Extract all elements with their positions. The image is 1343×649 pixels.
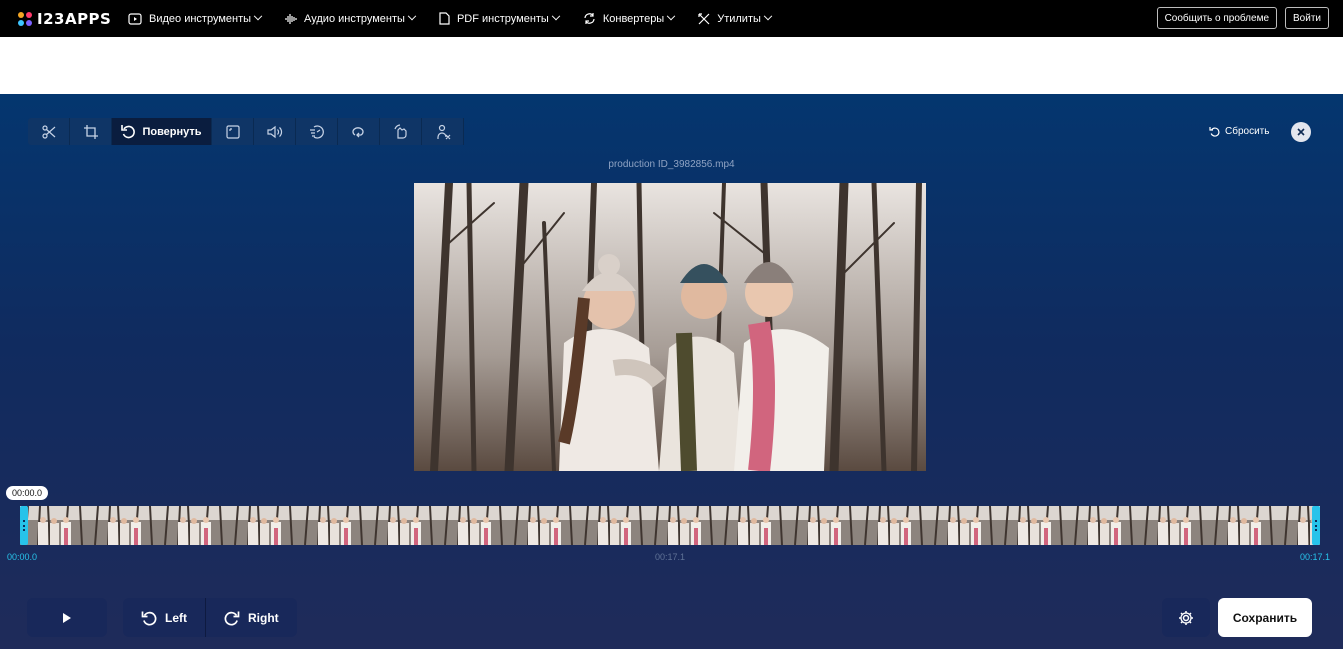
tool-loop[interactable] [338,118,380,145]
video-editor: Повернуть Сбросить production ID_3982856… [0,94,1343,649]
timeline-end-time: 00:17.1 [1300,552,1331,562]
nav-label: Аудио инструменты [304,12,405,25]
tool-rotate-label: Повернуть [142,125,202,138]
close-icon [1297,128,1305,136]
brand-name: I23APPS [37,9,112,28]
close-button[interactable] [1291,122,1311,142]
settings-button[interactable] [1162,598,1210,637]
video-frame-image [414,183,926,471]
trim-start-handle[interactable] [20,506,28,545]
logo-dots-icon [18,11,32,26]
playhead-time: 00:00.0 [6,486,49,500]
rotate-right-icon [224,611,240,625]
tools-icon [698,12,710,24]
reset-label: Сбросить [1225,126,1270,137]
nav-label: Утилиты [717,12,761,25]
nav-item-audio[interactable]: Аудио инструменты [285,11,417,25]
chevron-down-icon [666,11,676,20]
rotate-left-button[interactable]: Left [123,598,205,637]
rotate-controls: Left Right [123,598,297,637]
brand-logo[interactable]: I23APPS [18,10,128,28]
chevron-down-icon [407,11,417,20]
save-button[interactable]: Сохранить [1218,598,1312,637]
top-navigation: I23APPS Видео инструменты Аудио инструме… [0,0,1343,37]
resize-icon [225,124,240,139]
undo-icon [1209,127,1220,137]
remove-audio-icon [436,124,450,139]
tool-rotate[interactable]: Повернуть [112,118,212,145]
rotate-left-label: Left [165,610,187,625]
nav-item-converters[interactable]: Конвертеры [583,11,676,25]
video-icon [128,12,142,25]
file-name: production ID_3982856.mp4 [608,159,735,170]
timeline-mid-time: 00:17.1 [655,552,686,562]
nav-item-utilities[interactable]: Утилиты [698,11,773,25]
rotate-right-label: Right [248,610,279,625]
tool-flip[interactable] [380,118,422,145]
editor-toolbar: Повернуть [28,118,464,145]
timeline-start-time: 00:00.0 [7,552,38,562]
nav-label: PDF инструменты [456,12,549,25]
rotate-icon [121,125,136,139]
speed-icon [309,124,324,139]
timeline-strip[interactable] [20,506,1320,545]
report-problem-button[interactable]: Сообщить о проблеме [1156,7,1278,29]
rotate-right-button[interactable]: Right [205,598,297,637]
nav-label: Конвертеры [602,12,665,25]
chevron-down-icon [551,11,561,20]
chevron-down-icon [763,11,773,20]
gear-icon [1179,610,1193,625]
flip-icon [393,123,407,139]
chevron-down-icon [253,11,263,20]
tool-crop[interactable] [70,118,112,145]
video-preview[interactable] [414,183,926,471]
tool-cut[interactable] [28,118,70,145]
trim-end-handle[interactable] [1312,506,1320,545]
login-button[interactable]: Войти [1285,7,1329,29]
tool-volume[interactable] [254,118,296,145]
crop-icon [83,124,98,139]
reset-button[interactable]: Сбросить [1209,126,1269,137]
tool-remove-audio[interactable] [422,118,464,145]
nav-item-video[interactable]: Видео инструменты [128,11,263,25]
play-icon [63,612,71,623]
rotate-left-icon [141,611,157,625]
scissors-icon [41,124,55,139]
timeline-thumbnails [20,506,1320,545]
audio-icon [285,13,297,24]
nav-label: Видео инструменты [149,12,252,25]
nav-item-pdf[interactable]: PDF инструменты [439,11,561,25]
convert-icon [584,13,595,24]
tool-speed[interactable] [296,118,338,145]
tool-resize[interactable] [212,118,254,145]
loop-icon [351,126,364,137]
play-button[interactable] [27,598,107,637]
volume-icon [266,125,282,138]
main-menu: Видео инструменты Аудио инструменты PDF … [128,11,795,25]
pdf-icon [439,12,450,25]
